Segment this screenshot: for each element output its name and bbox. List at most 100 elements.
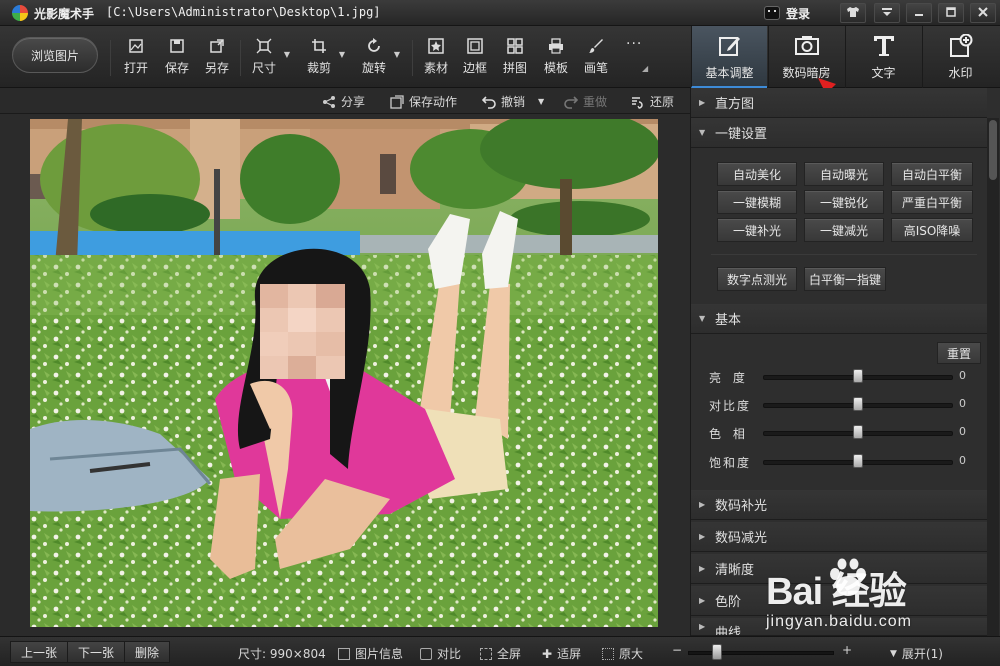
zoom-slider-thumb[interactable]: [712, 644, 723, 660]
tab-basic-adjust-label: 基本调整: [705, 66, 754, 80]
preset-auto-exposure-button[interactable]: 自动曝光: [804, 162, 884, 186]
section-one-click[interactable]: ▼ 一键设置: [691, 118, 987, 148]
tab-watermark[interactable]: 水印: [922, 26, 998, 88]
panel-scrollbar-thumb[interactable]: [989, 120, 997, 180]
hue-value: 0: [959, 425, 966, 438]
expand-corner-icon[interactable]: ◢: [642, 64, 648, 73]
preset-auto-beautify-button[interactable]: 自动美化: [717, 162, 797, 186]
section-digital-fill-light[interactable]: ▶ 数码补光: [691, 490, 987, 520]
title-bar: 光影魔术手 [C:\Users\Administrator\Desktop\1.…: [0, 0, 1000, 26]
hue-label: 色 相: [709, 427, 749, 441]
material-icon: [428, 38, 444, 54]
close-button[interactable]: [970, 3, 996, 23]
menu-button[interactable]: [874, 3, 900, 23]
preset-strong-white-balance-button[interactable]: 严重白平衡: [891, 190, 973, 214]
open-button[interactable]: 打开: [124, 38, 148, 78]
preset-high-iso-denoise-button[interactable]: 高ISO降噪: [891, 218, 973, 242]
skin-button[interactable]: [840, 3, 866, 23]
fullscreen-button[interactable]: 全屏: [480, 645, 521, 662]
preset-auto-white-balance-button[interactable]: 自动白平衡: [891, 162, 973, 186]
maximize-button[interactable]: [938, 3, 964, 23]
image-info-button[interactable]: 图片信息: [338, 645, 403, 662]
hue-slider-row: 色 相 0: [709, 423, 971, 443]
preset-spot-metering-button[interactable]: 数字点测光: [717, 267, 797, 291]
reset-button[interactable]: 重置: [937, 342, 981, 364]
delete-button[interactable]: 删除: [124, 641, 171, 663]
section-histogram[interactable]: ▶ 直方图: [691, 88, 987, 118]
prev-image-button[interactable]: 上一张: [10, 641, 69, 663]
minimize-button[interactable]: [906, 3, 932, 23]
share-button[interactable]: 分享: [322, 93, 365, 110]
brush-label: 画笔: [584, 61, 609, 75]
crop-button[interactable]: 裁剪 ▼: [307, 38, 345, 78]
tab-basic-adjust[interactable]: 基本调整: [691, 26, 767, 88]
fit-screen-button[interactable]: ✚ 适屏: [542, 645, 581, 662]
zoom-out-icon[interactable]: −: [672, 643, 682, 657]
crop-label: 裁剪: [307, 61, 332, 75]
fit-screen-label: 适屏: [557, 647, 582, 661]
rotate-label: 旋转: [362, 61, 387, 75]
save-action-icon: [390, 94, 404, 109]
photo-preview[interactable]: [30, 119, 658, 627]
preset-reduce-light-button[interactable]: 一键减光: [804, 218, 884, 242]
border-button[interactable]: 边框: [463, 38, 487, 78]
chevron-right-icon: ▶: [699, 532, 706, 541]
chevron-right-icon: ▶: [699, 98, 706, 107]
hue-slider-thumb[interactable]: [853, 425, 863, 439]
compare-button[interactable]: 对比: [420, 645, 461, 662]
resize-button[interactable]: 尺寸 ▼: [252, 38, 290, 78]
resize-icon: [256, 38, 272, 54]
section-curves-label: 曲线: [715, 626, 742, 636]
original-size-icon: [602, 647, 614, 660]
chevron-down-icon[interactable]: ▼: [394, 50, 400, 59]
zoom-in-icon[interactable]: +: [842, 643, 852, 657]
undo-history-chevron-icon[interactable]: ▼: [538, 97, 544, 106]
save-button[interactable]: 保存: [165, 38, 189, 78]
save-label: 保存: [165, 61, 190, 75]
brightness-slider-thumb[interactable]: [853, 369, 863, 383]
original-size-label: 原大: [619, 647, 644, 661]
collage-button[interactable]: 拼图: [503, 38, 527, 78]
fullscreen-label: 全屏: [497, 647, 522, 661]
next-image-button[interactable]: 下一张: [67, 641, 126, 663]
brightness-slider-row: 亮 度 0: [709, 367, 971, 387]
rotate-button[interactable]: 旋转 ▼: [362, 38, 400, 78]
template-button[interactable]: 模板: [544, 38, 568, 78]
saturation-slider-thumb[interactable]: [853, 454, 863, 468]
paw-logo-icon: [830, 558, 866, 596]
save-action-button[interactable]: 保存动作: [390, 93, 457, 110]
share-label: 分享: [341, 95, 366, 109]
undo-icon: [482, 95, 496, 109]
watermark-url: jingyan.baidu.com: [766, 613, 912, 630]
undo-button[interactable]: 撤销: [482, 93, 525, 110]
preset-fill-light-button[interactable]: 一键补光: [717, 218, 797, 242]
save-as-button[interactable]: 另存: [205, 38, 229, 78]
resize-label: 尺寸: [252, 61, 277, 75]
preset-white-balance-picker-button[interactable]: 白平衡一指键: [804, 267, 886, 291]
contrast-slider-thumb[interactable]: [853, 397, 863, 411]
restore-icon: [632, 96, 643, 109]
panel-scrollbar[interactable]: [987, 118, 999, 636]
status-bar: 上一张 下一张 删除 尺寸: 990×804 图片信息 对比 全屏 ✚ 适屏 原…: [0, 636, 1000, 666]
section-digital-reduce-light[interactable]: ▶ 数码减光: [691, 522, 987, 552]
restore-button[interactable]: 还原: [631, 93, 674, 110]
redo-label: 重做: [583, 95, 608, 109]
material-label: 素材: [424, 61, 449, 75]
fullscreen-icon: [480, 647, 492, 660]
login-button[interactable]: 登录: [764, 3, 810, 23]
chevron-down-icon[interactable]: ▼: [284, 50, 290, 59]
original-size-button[interactable]: 原大: [602, 645, 643, 662]
basic-adjust-icon: [718, 37, 740, 56]
chevron-down-icon[interactable]: ▼: [339, 50, 345, 59]
expand-button[interactable]: ▼ 展开(1): [890, 645, 943, 662]
zoom-slider-track[interactable]: [688, 651, 834, 655]
redo-button[interactable]: 重做: [564, 93, 607, 110]
preset-blur-button[interactable]: 一键模糊: [717, 190, 797, 214]
section-levels-label: 色阶: [715, 595, 742, 610]
brush-button[interactable]: 画笔: [584, 38, 608, 78]
section-basic[interactable]: ▼ 基本: [691, 304, 987, 334]
browse-images-button[interactable]: 浏览图片: [12, 37, 98, 73]
material-button[interactable]: 素材: [424, 38, 448, 78]
preset-sharpen-button[interactable]: 一键锐化: [804, 190, 884, 214]
more-tools-button[interactable]: ···: [626, 36, 642, 52]
